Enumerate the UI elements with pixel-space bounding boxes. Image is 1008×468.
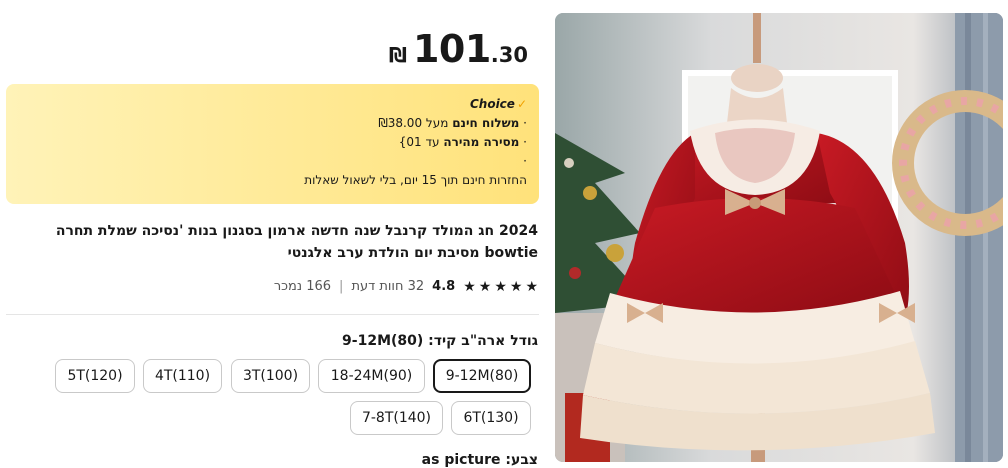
product-info-panel: ₪ 101 .30 ✓ Choice · משלוח חינם מעל ₪38.… (0, 0, 545, 468)
free-shipping-label: משלוח חינם (452, 116, 520, 130)
price-integer: 101 (412, 27, 491, 71)
color-label-text: צבע: (500, 452, 538, 468)
fast-delivery-line: · מסירה מהירה עד 01} (398, 135, 527, 149)
size-label: גודל ארה"ב קיד: 9-12M(80) (342, 333, 538, 349)
price: ₪ 101 .30 (389, 27, 528, 71)
free-returns-line: החזרות חינם תוך 15 יום, בלי לשאול שאלות (304, 173, 527, 187)
fast-delivery-label: מסירה מהירה (443, 135, 520, 149)
size-option-6t[interactable]: 6T(130) (451, 401, 531, 435)
product-title: 2024 חג המולד קרנבל שנה חדשה ארמון בסגנו… (55, 223, 538, 261)
choice-badge-label: Choice (469, 97, 515, 111)
star-icon: ★ (494, 278, 507, 295)
star-icon: ★ (463, 278, 476, 295)
separator: | (339, 279, 344, 294)
rating-row[interactable]: ★ ★ ★ ★ ★ 4.8 32 חוות דעת | 166 נמכר (274, 279, 538, 294)
size-selected-value: 9-12M(80) (342, 333, 424, 349)
size-option-7-8t[interactable]: 7-8T(140) (350, 401, 443, 435)
price-decimal: .30 (490, 43, 528, 67)
empty-bullet-line: · (523, 154, 527, 168)
size-label-text: גודל ארה"ב קיד: (423, 333, 538, 349)
sold-count: 166 נמכר (273, 279, 332, 294)
size-option-4t[interactable]: 4T(110) (143, 359, 222, 393)
fast-delivery-date: עד 01} (398, 135, 440, 149)
checkmark-icon: ✓ (516, 97, 527, 111)
size-option-18-24m[interactable]: 18-24M(90) (318, 359, 425, 393)
price-currency: ₪ (388, 43, 407, 67)
star-icon: ★ (509, 278, 523, 295)
dress-photo-illustration (555, 13, 1003, 462)
size-option-5t[interactable]: 5T(120) (55, 359, 135, 393)
rating-score: 4.8 (432, 279, 456, 294)
color-label: צבע: as picture (422, 452, 538, 468)
size-option-3t[interactable]: 3T(100) (231, 359, 310, 393)
divider (6, 314, 539, 315)
rating-stars: ★ ★ ★ ★ ★ (463, 280, 538, 294)
star-icon: ★ (478, 278, 492, 295)
free-shipping-threshold: מעל ₪38.00 (378, 116, 449, 130)
color-value: as picture (421, 452, 501, 468)
product-image[interactable] (555, 13, 1003, 462)
size-option-9-12m[interactable]: 9-12M(80) (433, 359, 531, 393)
star-icon: ★ (525, 278, 538, 295)
free-shipping-line: · משלוח חינם מעל ₪38.00 (378, 116, 527, 130)
choice-benefits-box[interactable]: ✓ Choice · משלוח חינם מעל ₪38.00 · מסירה… (6, 84, 539, 204)
review-count[interactable]: 32 חוות דעת (351, 279, 424, 294)
choice-badge: ✓ Choice (18, 95, 527, 114)
